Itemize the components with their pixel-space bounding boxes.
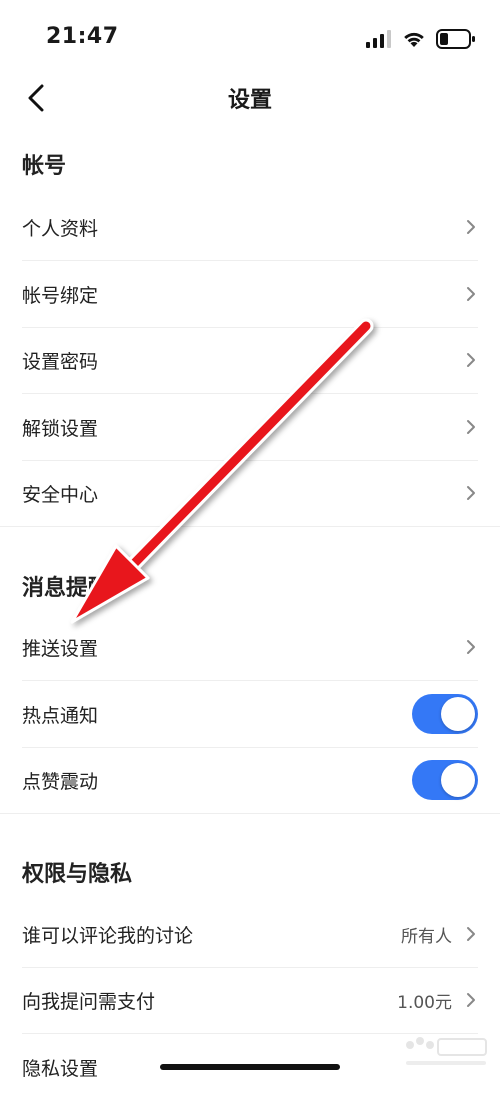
row-account-binding[interactable]: 帐号绑定 <box>22 261 478 328</box>
toggle-knob <box>441 763 475 797</box>
chevron-right-icon <box>466 484 478 502</box>
page-title: 设置 <box>227 88 272 113</box>
row-label: 向我提问需支付 <box>22 990 156 1013</box>
section-header-account: 帐号 <box>22 154 67 179</box>
row-paid-questions[interactable]: 向我提问需支付 1.00元 <box>22 967 478 1034</box>
row-label: 安全中心 <box>22 483 99 506</box>
cellular-signal-icon <box>366 30 391 48</box>
row-unlock-settings[interactable]: 解锁设置 <box>22 394 478 461</box>
nav-bar: 设置 <box>0 70 500 126</box>
row-label: 推送设置 <box>22 637 99 660</box>
chevron-right-icon <box>466 218 478 236</box>
battery-icon <box>436 29 475 49</box>
row-security-center[interactable]: 安全中心 <box>22 460 478 526</box>
row-label: 热点通知 <box>22 704 99 727</box>
chevron-right-icon <box>466 418 478 436</box>
row-push-settings[interactable]: 推送设置 <box>22 614 478 681</box>
baidu-watermark-logo <box>406 1037 487 1065</box>
like-vibration-toggle[interactable] <box>412 760 478 800</box>
row-like-vibration: 点赞震动 <box>22 747 478 813</box>
status-time: 21:47 <box>46 24 119 49</box>
chevron-right-icon <box>466 351 478 369</box>
divider <box>0 526 500 527</box>
wifi-icon <box>404 32 424 47</box>
row-set-password[interactable]: 设置密码 <box>22 327 478 394</box>
section-header-notifications: 消息提醒 <box>22 576 111 601</box>
row-value: 所有人 <box>401 926 452 947</box>
chevron-right-icon <box>466 638 478 656</box>
chevron-right-icon <box>466 285 478 303</box>
row-label: 谁可以评论我的讨论 <box>22 924 194 947</box>
home-indicator <box>160 1064 340 1070</box>
row-label: 设置密码 <box>22 350 99 373</box>
divider <box>0 813 500 814</box>
section-header-privacy: 权限与隐私 <box>22 862 133 887</box>
row-label: 点赞震动 <box>22 770 99 793</box>
row-label: 个人资料 <box>22 217 99 240</box>
status-icons <box>366 28 476 50</box>
row-label: 帐号绑定 <box>22 284 99 307</box>
row-hot-notifications: 热点通知 <box>22 681 478 748</box>
toggle-knob <box>441 697 475 731</box>
status-bar: 21:47 <box>0 0 500 80</box>
chevron-right-icon <box>466 991 478 1009</box>
row-comment-permission[interactable]: 谁可以评论我的讨论 所有人 <box>22 901 478 968</box>
row-profile[interactable]: 个人资料 <box>22 194 478 261</box>
chevron-right-icon <box>466 925 478 943</box>
row-value: 1.00元 <box>397 992 452 1013</box>
row-label: 解锁设置 <box>22 417 99 440</box>
hot-notifications-toggle[interactable] <box>412 694 478 734</box>
